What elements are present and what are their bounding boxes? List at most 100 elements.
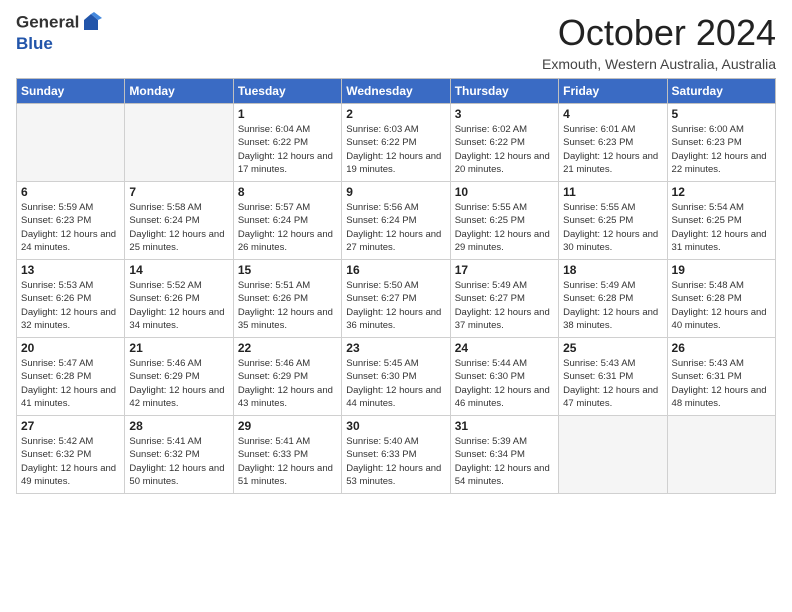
- cell-w3-d3: 15 Sunrise: 5:51 AM Sunset: 6:26 PM Dayli…: [233, 260, 341, 338]
- cell-w1-d4: 2Sunrise: 6:03 AM Sunset: 6:22 PM Daylig…: [342, 104, 450, 182]
- day-number: 31: [455, 419, 554, 433]
- day-info: Sunrise: 5:59 AM Sunset: 6:23 PM Dayligh…: [21, 201, 120, 254]
- cell-w3-d2: 14 Sunrise: 5:52 AM Sunset: 6:26 PM Dayli…: [125, 260, 233, 338]
- day-number: 21: [129, 341, 228, 355]
- col-wednesday: Wednesday: [342, 79, 450, 104]
- cell-w1-d2: [125, 104, 233, 182]
- cell-w4-d6: 25Sunrise: 5:43 AM Sunset: 6:31 PM Dayli…: [559, 338, 667, 416]
- week-row-2: 6 Sunrise: 5:59 AM Sunset: 6:23 PM Daylig…: [17, 182, 776, 260]
- cell-w1-d6: 4 Sunrise: 6:01 AM Sunset: 6:23 PM Daylig…: [559, 104, 667, 182]
- day-number: 17: [455, 263, 554, 277]
- col-friday: Friday: [559, 79, 667, 104]
- day-info: Sunrise: 5:55 AM Sunset: 6:25 PM Dayligh…: [455, 201, 554, 254]
- day-number: 20: [21, 341, 120, 355]
- week-row-5: 27 Sunrise: 5:42 AM Sunset: 6:32 PM Dayli…: [17, 416, 776, 494]
- day-info: Sunrise: 6:00 AM Sunset: 6:23 PM Dayligh…: [672, 123, 771, 176]
- day-number: 7: [129, 185, 228, 199]
- day-number: 16: [346, 263, 445, 277]
- day-info: Sunrise: 5:45 AM Sunset: 6:30 PM Dayligh…: [346, 357, 445, 410]
- cell-w5-d5: 31 Sunrise: 5:39 AM Sunset: 6:34 PM Dayli…: [450, 416, 558, 494]
- cell-w3-d7: 19Sunrise: 5:48 AM Sunset: 6:28 PM Dayli…: [667, 260, 775, 338]
- location: Exmouth, Western Australia, Australia: [542, 56, 776, 72]
- day-number: 1: [238, 107, 337, 121]
- day-info: Sunrise: 5:46 AM Sunset: 6:29 PM Dayligh…: [129, 357, 228, 410]
- col-tuesday: Tuesday: [233, 79, 341, 104]
- day-info: Sunrise: 5:54 AM Sunset: 6:25 PM Dayligh…: [672, 201, 771, 254]
- cell-w1-d1: [17, 104, 125, 182]
- cell-w2-d2: 7 Sunrise: 5:58 AM Sunset: 6:24 PM Daylig…: [125, 182, 233, 260]
- day-info: Sunrise: 5:41 AM Sunset: 6:33 PM Dayligh…: [238, 435, 337, 488]
- calendar-header-row: Sunday Monday Tuesday Wednesday Thursday…: [17, 79, 776, 104]
- week-row-1: 1 Sunrise: 6:04 AM Sunset: 6:22 PM Daylig…: [17, 104, 776, 182]
- cell-w2-d3: 8 Sunrise: 5:57 AM Sunset: 6:24 PM Daylig…: [233, 182, 341, 260]
- day-info: Sunrise: 5:49 AM Sunset: 6:27 PM Dayligh…: [455, 279, 554, 332]
- col-saturday: Saturday: [667, 79, 775, 104]
- col-monday: Monday: [125, 79, 233, 104]
- cell-w2-d4: 9Sunrise: 5:56 AM Sunset: 6:24 PM Daylig…: [342, 182, 450, 260]
- cell-w5-d1: 27 Sunrise: 5:42 AM Sunset: 6:32 PM Dayli…: [17, 416, 125, 494]
- day-info: Sunrise: 5:42 AM Sunset: 6:32 PM Dayligh…: [21, 435, 120, 488]
- day-number: 25: [563, 341, 662, 355]
- day-number: 18: [563, 263, 662, 277]
- day-info: Sunrise: 5:52 AM Sunset: 6:26 PM Dayligh…: [129, 279, 228, 332]
- logo: General Blue: [16, 12, 103, 54]
- week-row-3: 13Sunrise: 5:53 AM Sunset: 6:26 PM Dayli…: [17, 260, 776, 338]
- cell-w3-d1: 13Sunrise: 5:53 AM Sunset: 6:26 PM Dayli…: [17, 260, 125, 338]
- week-row-4: 20Sunrise: 5:47 AM Sunset: 6:28 PM Dayli…: [17, 338, 776, 416]
- day-number: 26: [672, 341, 771, 355]
- day-number: 6: [21, 185, 120, 199]
- day-number: 5: [672, 107, 771, 121]
- day-info: Sunrise: 5:58 AM Sunset: 6:24 PM Dayligh…: [129, 201, 228, 254]
- day-number: 13: [21, 263, 120, 277]
- cell-w5-d4: 30 Sunrise: 5:40 AM Sunset: 6:33 PM Dayli…: [342, 416, 450, 494]
- col-thursday: Thursday: [450, 79, 558, 104]
- day-number: 11: [563, 185, 662, 199]
- cell-w2-d6: 11 Sunrise: 5:55 AM Sunset: 6:25 PM Dayli…: [559, 182, 667, 260]
- cell-w5-d7: [667, 416, 775, 494]
- day-info: Sunrise: 5:57 AM Sunset: 6:24 PM Dayligh…: [238, 201, 337, 254]
- cell-w5-d6: [559, 416, 667, 494]
- logo-icon: [80, 12, 102, 34]
- page: General Blue October 2024 Exmouth, Weste…: [0, 0, 792, 612]
- day-number: 28: [129, 419, 228, 433]
- day-info: Sunrise: 5:39 AM Sunset: 6:34 PM Dayligh…: [455, 435, 554, 488]
- day-info: Sunrise: 5:40 AM Sunset: 6:33 PM Dayligh…: [346, 435, 445, 488]
- title-block: October 2024 Exmouth, Western Australia,…: [542, 12, 776, 72]
- cell-w3-d6: 18 Sunrise: 5:49 AM Sunset: 6:28 PM Dayli…: [559, 260, 667, 338]
- cell-w1-d3: 1 Sunrise: 6:04 AM Sunset: 6:22 PM Daylig…: [233, 104, 341, 182]
- day-number: 14: [129, 263, 228, 277]
- cell-w1-d5: 3Sunrise: 6:02 AM Sunset: 6:22 PM Daylig…: [450, 104, 558, 182]
- day-info: Sunrise: 5:50 AM Sunset: 6:27 PM Dayligh…: [346, 279, 445, 332]
- day-info: Sunrise: 5:56 AM Sunset: 6:24 PM Dayligh…: [346, 201, 445, 254]
- day-number: 8: [238, 185, 337, 199]
- day-number: 30: [346, 419, 445, 433]
- day-number: 27: [21, 419, 120, 433]
- header: General Blue October 2024 Exmouth, Weste…: [16, 12, 776, 72]
- day-number: 12: [672, 185, 771, 199]
- day-info: Sunrise: 6:03 AM Sunset: 6:22 PM Dayligh…: [346, 123, 445, 176]
- col-sunday: Sunday: [17, 79, 125, 104]
- day-info: Sunrise: 6:04 AM Sunset: 6:22 PM Dayligh…: [238, 123, 337, 176]
- cell-w5-d3: 29Sunrise: 5:41 AM Sunset: 6:33 PM Dayli…: [233, 416, 341, 494]
- day-number: 24: [455, 341, 554, 355]
- day-info: Sunrise: 5:46 AM Sunset: 6:29 PM Dayligh…: [238, 357, 337, 410]
- day-info: Sunrise: 5:51 AM Sunset: 6:26 PM Dayligh…: [238, 279, 337, 332]
- cell-w4-d5: 24Sunrise: 5:44 AM Sunset: 6:30 PM Dayli…: [450, 338, 558, 416]
- cell-w2-d7: 12 Sunrise: 5:54 AM Sunset: 6:25 PM Dayli…: [667, 182, 775, 260]
- cell-w3-d5: 17 Sunrise: 5:49 AM Sunset: 6:27 PM Dayli…: [450, 260, 558, 338]
- cell-w4-d1: 20Sunrise: 5:47 AM Sunset: 6:28 PM Dayli…: [17, 338, 125, 416]
- day-number: 15: [238, 263, 337, 277]
- day-number: 4: [563, 107, 662, 121]
- day-info: Sunrise: 5:55 AM Sunset: 6:25 PM Dayligh…: [563, 201, 662, 254]
- day-info: Sunrise: 5:43 AM Sunset: 6:31 PM Dayligh…: [672, 357, 771, 410]
- month-title: October 2024: [542, 12, 776, 54]
- day-info: Sunrise: 5:49 AM Sunset: 6:28 PM Dayligh…: [563, 279, 662, 332]
- day-number: 23: [346, 341, 445, 355]
- day-info: Sunrise: 6:01 AM Sunset: 6:23 PM Dayligh…: [563, 123, 662, 176]
- day-info: Sunrise: 6:02 AM Sunset: 6:22 PM Dayligh…: [455, 123, 554, 176]
- day-info: Sunrise: 5:41 AM Sunset: 6:32 PM Dayligh…: [129, 435, 228, 488]
- cell-w4-d2: 21 Sunrise: 5:46 AM Sunset: 6:29 PM Dayli…: [125, 338, 233, 416]
- cell-w5-d2: 28 Sunrise: 5:41 AM Sunset: 6:32 PM Dayli…: [125, 416, 233, 494]
- cell-w4-d7: 26 Sunrise: 5:43 AM Sunset: 6:31 PM Dayli…: [667, 338, 775, 416]
- calendar: Sunday Monday Tuesday Wednesday Thursday…: [16, 78, 776, 494]
